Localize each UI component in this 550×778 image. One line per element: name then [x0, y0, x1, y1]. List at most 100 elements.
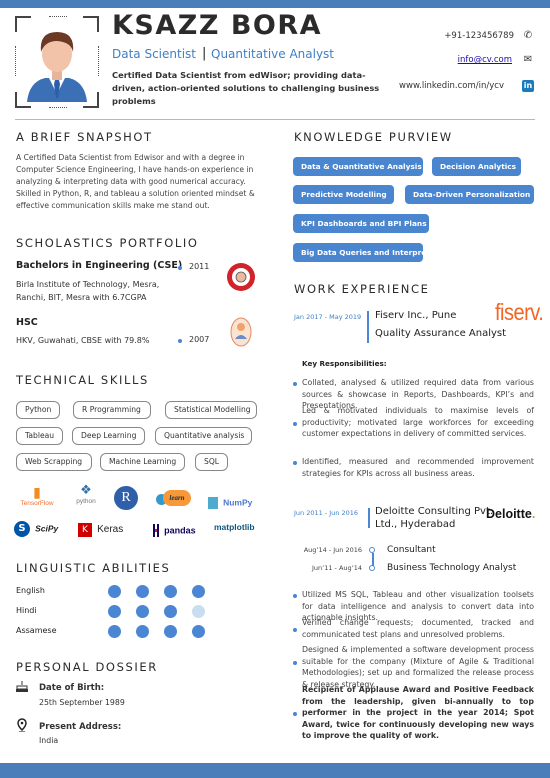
python-label: python: [76, 498, 96, 505]
frame-dots: [15, 46, 16, 76]
r-logo: R: [114, 486, 138, 510]
keras-logo: K Keras: [78, 519, 123, 538]
header-divider: [15, 119, 535, 120]
phone-number: +91-123456789: [444, 31, 514, 41]
top-accent-bar: [0, 0, 550, 8]
skill-tag: Deep Learning: [72, 427, 145, 445]
job-accent-bar: [368, 508, 370, 528]
linkedin-link[interactable]: www.linkedin.com/in/ycv: [399, 81, 504, 91]
proficiency-dot-filled: [136, 605, 149, 618]
timeline-dates: Jun’11 - Aug’14: [311, 564, 362, 572]
knowledge-pill: Data-Driven Personalization: [405, 185, 534, 204]
deloitte-logo: Deloitte.: [486, 507, 535, 521]
deloitte-dot: .: [531, 507, 536, 521]
proficiency-dot-filled: [136, 625, 149, 638]
company-name: Deloitte Consulting Pvt.: [375, 506, 494, 517]
education-title: HSC: [16, 317, 38, 328]
keras-label: Keras: [97, 524, 124, 535]
avatar: [27, 32, 87, 102]
tensorflow-label: TensorFlow: [20, 500, 54, 507]
key-responsibilities-label: Key Responsibilities:: [302, 359, 387, 368]
education-title: Bachelors in Engineering (CSE): [16, 260, 183, 271]
knowledge-pill: Decision Analytics: [432, 157, 521, 176]
scikit-learn-logo: learn: [156, 490, 192, 506]
candidate-name: KSAZZ BORA: [112, 10, 323, 41]
pandas-logo: pandas: [153, 520, 196, 539]
title-separator: |: [202, 46, 207, 61]
proficiency-dot-empty: [192, 605, 205, 618]
timeline-role: Business Technology Analyst: [387, 563, 517, 573]
numpy-icon: [208, 496, 218, 509]
language-name: English: [16, 586, 45, 595]
knowledge-pill: Predictive Modelling: [293, 185, 394, 204]
job-dates: Jun 2011 - Jun 2016: [294, 509, 359, 517]
proficiency-dot-filled: [108, 585, 121, 598]
bullet: [293, 382, 297, 386]
section-heading-knowledge: KNOWLEDGE PURVIEW: [294, 130, 453, 144]
profile-photo-frame: [15, 16, 99, 108]
frame-dots: [49, 107, 67, 108]
dob-value: 25th September 1989: [39, 698, 125, 707]
hkv-school-emblem-icon: [230, 317, 252, 347]
education-detail: HKV, Guwahati, CBSE with 79.8%: [16, 336, 150, 345]
address-label: Present Address:: [39, 722, 122, 732]
education-detail: Ranchi, BIT, Mesra with 6.7CGPA: [16, 293, 147, 302]
responsibility-item-award: Recipient of Applause Award and Positive…: [302, 685, 534, 740]
tensorflow-logo: ▮ TensorFlow: [17, 486, 57, 507]
numpy-logo: NumPy: [208, 492, 252, 511]
pandas-icon: [153, 524, 159, 537]
education-year: 2011: [189, 262, 210, 271]
knowledge-pill: Big Data Queries and Interpretation: [293, 243, 451, 262]
skill-tag: R Programming: [73, 401, 151, 419]
location-pin-icon: [17, 718, 27, 732]
linkedin-icon: in: [522, 80, 534, 92]
section-heading-education: SCHOLASTICS PORTFOLIO: [16, 236, 199, 250]
sklearn-label: learn: [163, 490, 191, 506]
fiserv-logo: fiserv.: [495, 300, 544, 326]
responsibility-item: Led & motivated individuals to maximise …: [302, 406, 534, 438]
proficiency-dot-filled: [108, 605, 121, 618]
email-link[interactable]: info@cv.com: [458, 55, 512, 65]
job-role: Quality Assurance Analyst: [375, 328, 507, 339]
job-title-secondary: Quantitative Analyst: [211, 47, 335, 61]
proficiency-dot-filled: [192, 625, 205, 638]
deloitte-wordmark: Deloitte: [486, 507, 532, 521]
proficiency-dot-filled: [108, 625, 121, 638]
phone-icon: ✆: [523, 30, 533, 41]
language-name: Assamese: [16, 626, 57, 635]
matplotlib-logo: matplotlib: [214, 522, 255, 532]
keras-icon: K: [78, 522, 92, 537]
bullet: [178, 339, 182, 343]
proficiency-dot-filled: [136, 585, 149, 598]
section-heading-personal: PERSONAL DOSSIER: [16, 660, 158, 674]
proficiency-dot-filled: [164, 585, 177, 598]
bullet: [293, 422, 297, 426]
bullet: [178, 266, 182, 270]
bullet: [293, 594, 297, 598]
email-text[interactable]: info@cv.com: [458, 55, 512, 65]
snapshot-text: A Certified Data Scientist from Edwisor …: [16, 153, 255, 210]
section-heading-languages: LINGUISTIC ABILITIES: [16, 561, 171, 575]
bullet: [293, 461, 297, 465]
scipy-logo: S SciPy: [14, 518, 58, 537]
address-value: India: [39, 736, 59, 745]
tensorflow-icon: ▮: [33, 485, 41, 501]
bullet: [293, 628, 297, 632]
proficiency-dot-filled: [164, 625, 177, 638]
skill-tag: Web Scrapping: [16, 453, 92, 471]
timeline-node-icon: [369, 565, 375, 571]
job-accent-bar: [367, 311, 369, 343]
tagline: Certified Data Scientist from edWisor; p…: [112, 70, 380, 106]
section-heading-experience: WORK EXPERIENCE: [294, 282, 430, 296]
envelope-icon: ✉: [523, 54, 533, 65]
education-detail: Birla Institute of Technology, Mesra,: [16, 280, 160, 289]
responsibility-item: Identified, measured and recommended imp…: [302, 457, 534, 478]
section-heading-technical-skills: TECHNICAL SKILLS: [16, 373, 149, 387]
knowledge-pill: Data & Quantitative Analysis: [293, 157, 423, 176]
timeline-role: Consultant: [387, 545, 436, 555]
skill-tag: Machine Learning: [100, 453, 185, 471]
company-name: Ltd., Hyderabad: [375, 519, 456, 530]
bullet: [293, 712, 297, 716]
bullet: [293, 661, 297, 665]
skill-tag: SQL: [195, 453, 229, 471]
